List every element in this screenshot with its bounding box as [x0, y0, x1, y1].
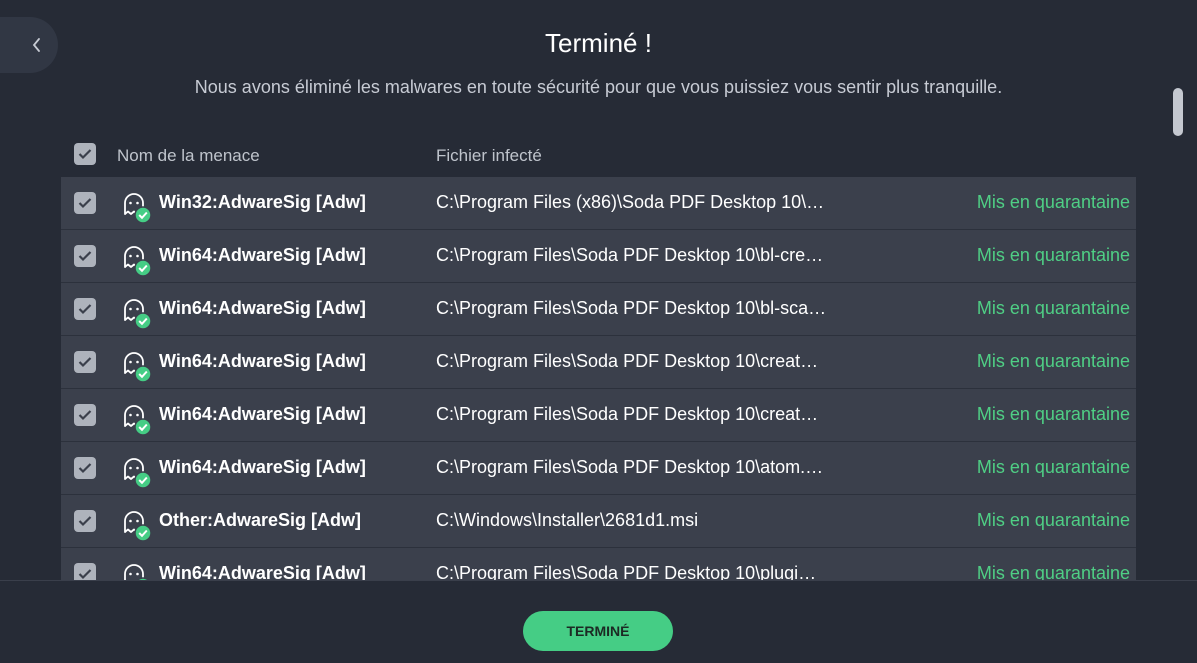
checkmark-icon [78, 251, 92, 262]
infected-file-path: C:\Program Files\Soda PDF Desktop 10\bl-… [436, 245, 824, 265]
threat-table: Win32:AdwareSig [Adw] C:\Program Files (x… [61, 177, 1136, 580]
select-all-checkbox[interactable] [74, 143, 96, 165]
checkmark-icon [78, 304, 92, 315]
row-checkbox[interactable] [74, 457, 96, 479]
infected-file-path: C:\Program Files\Soda PDF Desktop 10\ato… [436, 457, 824, 477]
row-checkbox[interactable] [74, 298, 96, 320]
quarantine-status: Mis en quarantaine [976, 404, 1130, 424]
table-row[interactable]: Win64:AdwareSig [Adw] C:\Program Files\So… [61, 389, 1136, 442]
table-row[interactable]: Win32:AdwareSig [Adw] C:\Program Files (x… [61, 177, 1136, 230]
ghost-check-icon [124, 458, 152, 489]
threat-name: Win64:AdwareSig [Adw] [159, 563, 366, 580]
table-row[interactable]: Win64:AdwareSig [Adw] C:\Program Files\So… [61, 283, 1136, 336]
infected-file-path: C:\Program Files\Soda PDF Desktop 10\bl-… [436, 298, 827, 318]
threat-name: Win32:AdwareSig [Adw] [159, 192, 366, 212]
ghost-check-icon [124, 299, 152, 330]
quarantine-status: Mis en quarantaine [976, 457, 1130, 477]
threat-name: Win64:AdwareSig [Adw] [159, 298, 366, 318]
table-header: Nom de la menace Fichier infecté [61, 140, 1136, 176]
threat-name: Win64:AdwareSig [Adw] [159, 404, 366, 424]
checkmark-icon [78, 516, 92, 527]
quarantine-status: Mis en quarantaine [976, 245, 1130, 265]
checkmark-icon [78, 410, 92, 421]
column-header-file: Fichier infecté [436, 146, 542, 165]
infected-file-path: C:\Windows\Installer\2681d1.msi [436, 510, 699, 530]
quarantine-status: Mis en quarantaine [976, 510, 1130, 530]
ghost-check-icon [124, 246, 152, 277]
table-row[interactable]: Win64:AdwareSig [Adw] C:\Program Files\So… [61, 442, 1136, 495]
checkmark-icon [78, 198, 92, 209]
ghost-check-icon [124, 193, 152, 224]
table-row[interactable]: Win64:AdwareSig [Adw] C:\Program Files\So… [61, 230, 1136, 283]
checkmark-icon [78, 463, 92, 474]
row-checkbox[interactable] [74, 192, 96, 214]
row-checkbox[interactable] [74, 351, 96, 373]
done-button[interactable]: TERMINÉ [523, 611, 673, 651]
table-row[interactable]: Win64:AdwareSig [Adw] C:\Program Files\So… [61, 548, 1136, 580]
ghost-check-icon [124, 511, 152, 542]
quarantine-status: Mis en quarantaine [976, 192, 1130, 212]
ghost-check-icon [124, 564, 150, 580]
ghost-check-icon [124, 405, 152, 436]
row-checkbox[interactable] [74, 245, 96, 267]
row-checkbox[interactable] [74, 404, 96, 426]
checkmark-icon [78, 357, 92, 368]
quarantine-status: Mis en quarantaine [976, 351, 1130, 371]
ghost-check-icon [124, 352, 152, 383]
quarantine-status: Mis en quarantaine [976, 298, 1130, 318]
page-subtitle: Nous avons éliminé les malwares en toute… [194, 77, 1003, 97]
infected-file-path: C:\Program Files\Soda PDF Desktop 10\cre… [436, 404, 819, 424]
row-checkbox[interactable] [74, 510, 96, 532]
checkmark-icon [78, 149, 92, 160]
scrollbar-thumb[interactable] [1173, 88, 1183, 136]
threat-name: Other:AdwareSig [Adw] [159, 510, 362, 530]
threat-name: Win64:AdwareSig [Adw] [159, 457, 366, 477]
infected-file-path: C:\Program Files\Soda PDF Desktop 10\cre… [436, 351, 819, 371]
threat-name: Win64:AdwareSig [Adw] [159, 245, 366, 265]
quarantine-status: Mis en quarantaine [976, 563, 1130, 580]
column-header-threat: Nom de la menace [117, 146, 260, 165]
infected-file-path: C:\Program Files (x86)\Soda PDF Desktop … [436, 192, 825, 212]
table-row[interactable]: Win64:AdwareSig [Adw] C:\Program Files\So… [61, 336, 1136, 389]
threat-name: Win64:AdwareSig [Adw] [159, 351, 366, 371]
infected-file-path: C:\Program Files\Soda PDF Desktop 10\plu… [436, 563, 817, 580]
page-title: Terminé ! [545, 28, 652, 58]
row-checkbox[interactable] [74, 563, 96, 580]
checkmark-icon [78, 569, 92, 580]
table-row[interactable]: Other:AdwareSig [Adw] C:\Windows\Installe… [61, 495, 1136, 548]
footer: TERMINÉ [0, 580, 1197, 663]
